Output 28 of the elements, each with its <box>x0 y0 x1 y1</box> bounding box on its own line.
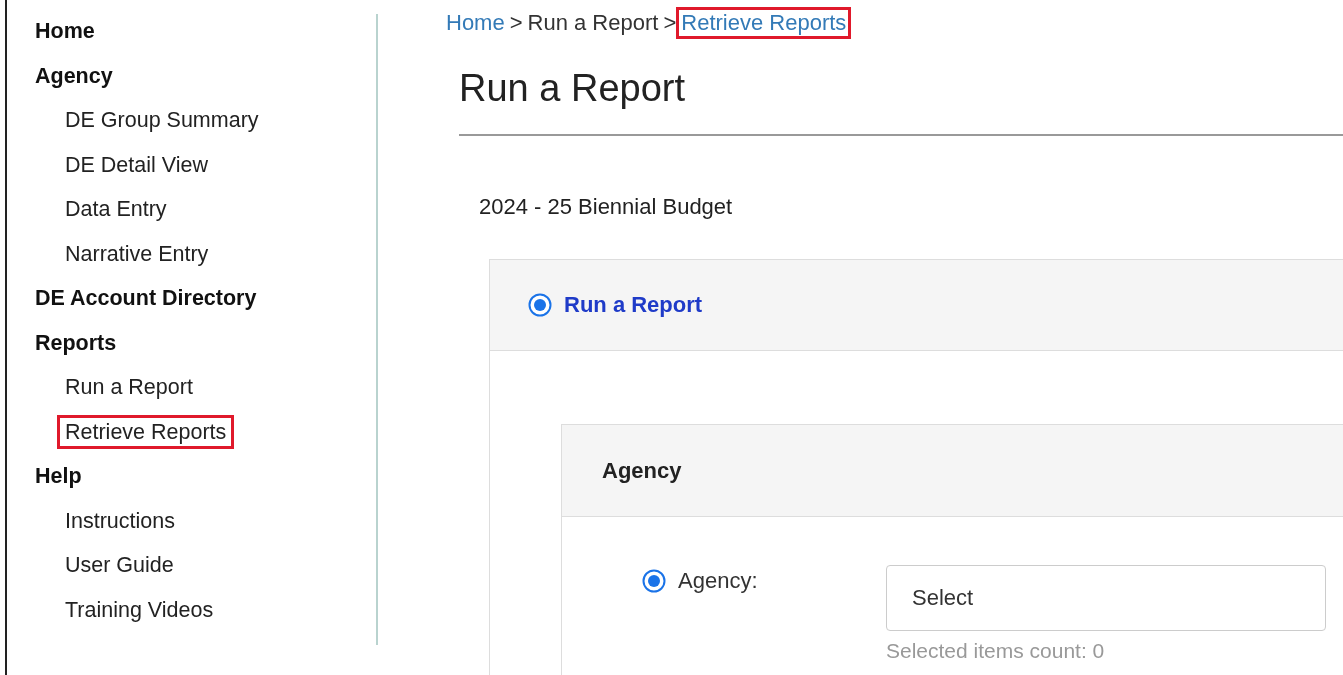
budget-label: 2024 - 25 Biennial Budget <box>479 194 734 220</box>
breadcrumb-link[interactable]: Retrieve Reports <box>676 7 852 39</box>
panel-title: Run a Report <box>564 292 703 318</box>
panel-title: Agency <box>602 457 682 484</box>
radio-button[interactable] <box>528 293 552 317</box>
breadcrumb-link[interactable]: Home <box>441 7 510 39</box>
page-title: Run a Report <box>459 67 686 110</box>
sidebar-subitem[interactable]: Instructions <box>57 503 183 538</box>
sidebar-subitem[interactable]: Retrieve Reports <box>57 414 235 449</box>
sidebar-subitem[interactable]: Narrative Entry <box>57 236 217 271</box>
agency-select[interactable]: Select <box>886 565 1326 631</box>
sidebar-item[interactable]: Help <box>27 459 90 493</box>
sidebar-subitem[interactable]: Run a Report <box>57 370 201 404</box>
sidebar-subitem[interactable]: Data Entry <box>57 192 175 226</box>
sidebar-subitem[interactable]: Training Videos <box>57 592 222 627</box>
sidebar-item[interactable]: Agency <box>27 58 121 93</box>
sidebar-item[interactable]: Home <box>27 14 103 48</box>
breadcrumb-separator: > <box>509 10 523 36</box>
sidebar-item[interactable]: Reports <box>27 325 125 360</box>
breadcrumb-separator: > <box>663 10 677 36</box>
sidebar-subitem[interactable]: User Guide <box>57 548 182 582</box>
sidebar-subitem[interactable]: DE Group Summary <box>57 103 267 137</box>
sidebar-subitem[interactable]: DE Detail View <box>57 147 216 182</box>
helper-text: Selected items count: 0 <box>886 639 1106 663</box>
breadcrumb-current: Run a Report <box>526 9 660 37</box>
sidebar-item[interactable]: DE Account Directory <box>27 281 265 315</box>
field-label: Agency: <box>678 568 758 594</box>
radio-button[interactable] <box>642 569 666 593</box>
